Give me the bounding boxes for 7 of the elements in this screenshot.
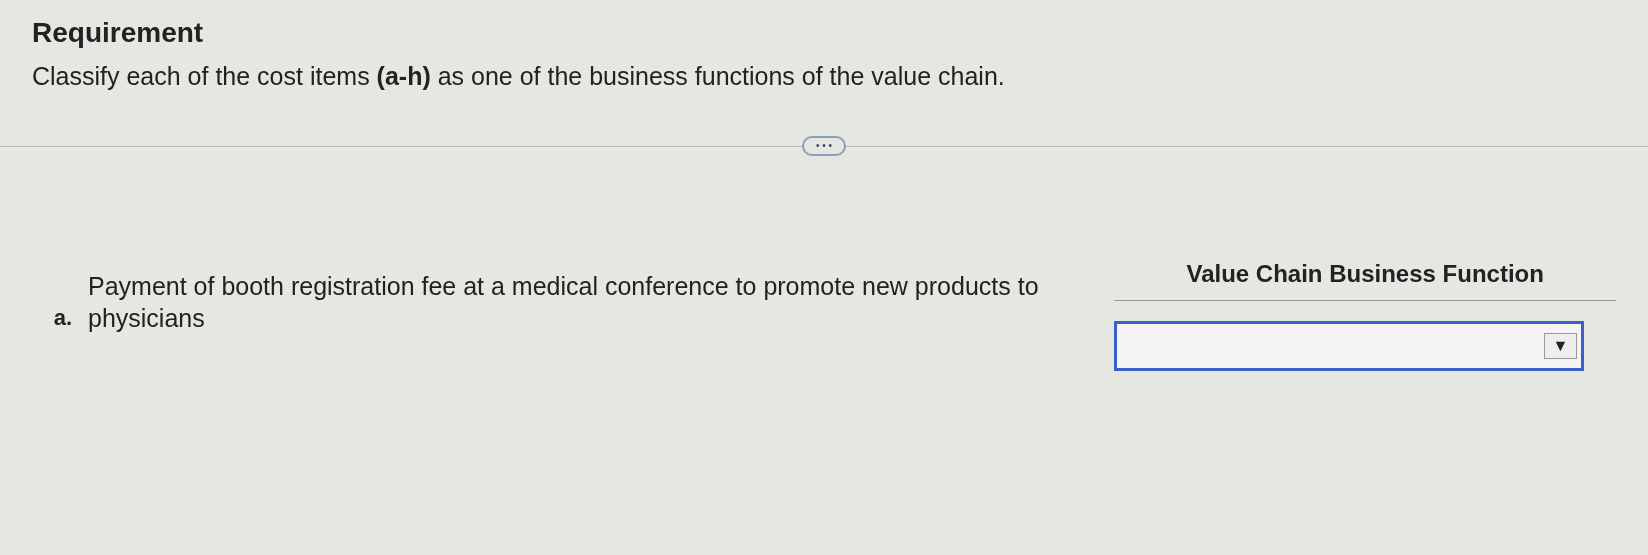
item-letter: a. <box>52 303 72 332</box>
item-description: Payment of booth registration fee at a medical conference to promote new products to physicians <box>88 270 1040 334</box>
function-dropdown[interactable]: ▼ <box>1114 320 1585 371</box>
column-header: Value Chain Business Function <box>1114 255 1616 301</box>
expand-button[interactable]: • • • <box>801 135 847 156</box>
requirement-heading: Requirement <box>32 16 205 50</box>
instruction-text: Classify each of the cost items (a-h) as one of the business functions of the value chain. <box>32 61 1006 92</box>
